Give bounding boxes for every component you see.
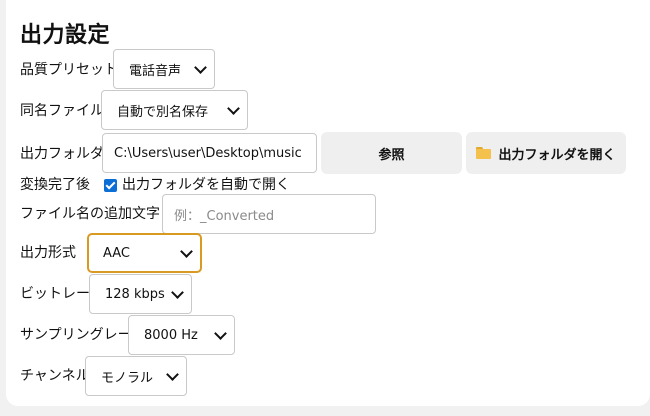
output-format-value: AAC xyxy=(103,245,130,261)
output-format-select[interactable]: AAC xyxy=(87,233,202,273)
bitrate-select[interactable]: 128 kbps xyxy=(89,274,192,314)
open-output-folder-button[interactable]: 出力フォルダを開く xyxy=(466,132,626,174)
quality-preset-value: 電話音声 xyxy=(129,63,182,79)
auto-open-folder-checkbox-label[interactable]: 出力フォルダを自動で開く xyxy=(122,176,290,194)
sampling-rate-select[interactable]: 8000 Hz xyxy=(128,315,235,355)
sampling-rate-value: 8000 Hz xyxy=(144,327,198,343)
chevron-down-icon xyxy=(194,61,207,74)
channel-label: チャンネル xyxy=(20,368,90,384)
output-folder-label: 出力フォルダ xyxy=(20,146,104,162)
open-output-folder-label: 出力フォルダを開く xyxy=(498,147,616,163)
quality-preset-label: 品質プリセット xyxy=(20,62,118,78)
filename-suffix-input[interactable]: 例：_Converted xyxy=(162,194,376,234)
after-conversion-label: 変換完了後 xyxy=(20,177,90,193)
auto-open-folder-checkbox[interactable] xyxy=(104,179,117,192)
chevron-down-icon xyxy=(214,327,227,340)
folder-icon xyxy=(476,147,492,159)
browse-button[interactable]: 参照 xyxy=(321,132,462,174)
output-format-label: 出力形式 xyxy=(20,245,76,261)
same-name-file-value: 自動で別名保存 xyxy=(117,104,209,120)
chevron-down-icon xyxy=(227,102,240,115)
same-name-file-label: 同名ファイル xyxy=(20,103,104,119)
filename-suffix-label: ファイル名の追加文字 xyxy=(20,206,160,222)
quality-preset-select[interactable]: 電話音声 xyxy=(113,49,215,89)
chevron-down-icon xyxy=(166,368,179,381)
chevron-down-icon xyxy=(171,286,184,299)
chevron-down-icon xyxy=(180,245,193,258)
same-name-file-select[interactable]: 自動で別名保存 xyxy=(101,90,248,130)
section-title: 出力設定 xyxy=(20,23,111,48)
channel-select[interactable]: モノラル xyxy=(85,356,187,396)
output-folder-input[interactable]: C:\Users\user\Desktop\music xyxy=(102,133,317,173)
sampling-rate-label: サンプリングレート xyxy=(20,327,146,343)
channel-value: モノラル xyxy=(101,370,154,386)
bitrate-value: 128 kbps xyxy=(105,286,165,302)
